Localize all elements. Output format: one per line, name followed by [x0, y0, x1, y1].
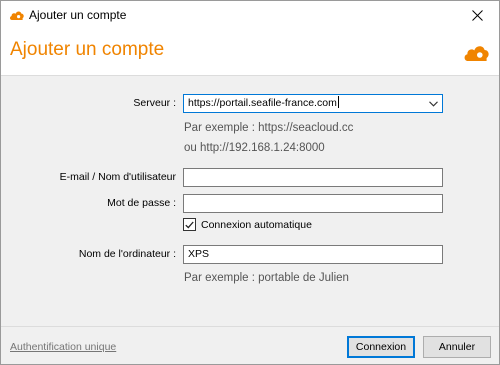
add-account-dialog: Ajouter un compte Ajouter un compte Serv… — [0, 0, 500, 365]
password-input[interactable] — [183, 194, 443, 213]
text-cursor — [337, 96, 339, 108]
close-button[interactable] — [455, 1, 499, 30]
computer-name-hint: Par exemple : portable de Julien — [184, 272, 349, 284]
auto-login-label: Connexion automatique — [201, 218, 312, 231]
cancel-button[interactable]: Annuler — [423, 336, 491, 358]
checkmark-icon — [185, 221, 194, 229]
window-title: Ajouter un compte — [29, 8, 127, 22]
password-label: Mot de passe : — [107, 197, 176, 209]
seafile-cloud-icon — [464, 46, 489, 61]
email-label: E-mail / Nom d'utilisateur — [59, 171, 176, 183]
server-hint-example: Par exemple : https://seacloud.cc — [184, 122, 354, 134]
chevron-down-icon — [428, 100, 438, 107]
auto-login-option[interactable]: Connexion automatique — [183, 218, 312, 231]
seafile-cloud-icon — [9, 11, 24, 20]
footer-divider — [1, 326, 499, 327]
connect-button[interactable]: Connexion — [347, 336, 415, 358]
server-label: Serveur : — [133, 97, 176, 109]
auto-login-checkbox[interactable] — [183, 218, 196, 231]
sso-link[interactable]: Authentification unique — [10, 341, 116, 353]
dialog-header: Ajouter un compte — [1, 30, 499, 76]
email-input[interactable] — [183, 168, 443, 187]
close-icon — [471, 10, 483, 21]
server-combobox[interactable]: https://portail.seafile-france.com — [183, 94, 443, 113]
dropdown-toggle[interactable] — [424, 95, 442, 112]
computer-name-label: Nom de l'ordinateur : — [78, 248, 176, 260]
page-title: Ajouter un compte — [10, 39, 165, 60]
server-hint-alternative: ou http://192.168.1.24:8000 — [184, 142, 325, 154]
server-value: https://portail.seafile-france.com — [188, 97, 337, 109]
title-bar: Ajouter un compte — [1, 1, 499, 30]
computer-name-input[interactable]: XPS — [183, 245, 443, 264]
